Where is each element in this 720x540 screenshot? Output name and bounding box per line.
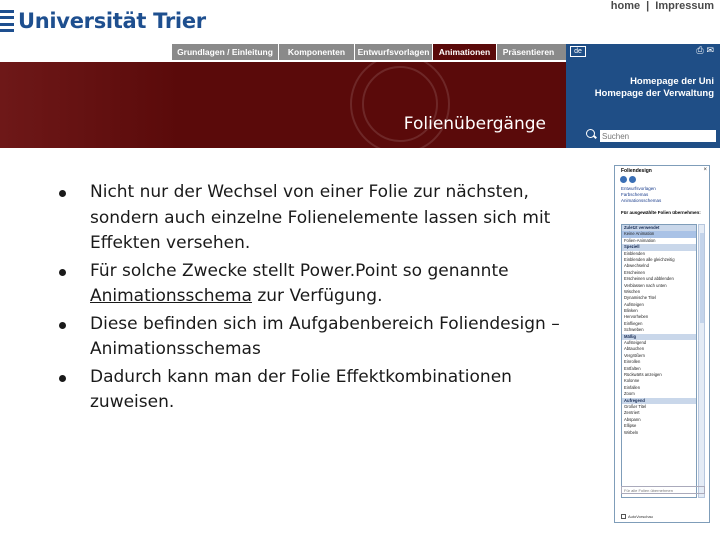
print-icon[interactable]: ⎙ — [696, 46, 703, 56]
bullet-item: Für solche Zwecke stellt Power.Point so … — [56, 259, 576, 310]
administration-homepage-link[interactable]: Homepage der Verwaltung — [595, 88, 714, 99]
bullet-item: Nicht nur der Wechsel von einer Folie zu… — [56, 180, 576, 257]
impressum-link[interactable]: Impressum — [655, 0, 714, 12]
forward-icon[interactable] — [629, 176, 636, 183]
language-switch[interactable]: de — [570, 46, 586, 57]
autopreview-label: AutoVorschau — [628, 514, 653, 519]
bullet-dot-icon — [59, 374, 66, 382]
bullet-text: Dadurch kann man der Folie Effekt­kombin… — [90, 366, 512, 413]
bullet-item: Diese befinden sich im Aufgabenbereich F… — [56, 312, 576, 363]
nav-item-praesentieren[interactable]: Präsentieren — [496, 44, 560, 60]
animation-schemes-link[interactable]: Animationsschemas — [621, 198, 661, 204]
header-banner: Folienübergänge — [0, 62, 566, 148]
logo-text: Universität Trier — [18, 9, 206, 33]
banner-photo — [0, 62, 180, 148]
bullet-dot-icon — [59, 268, 66, 276]
task-pane-title: Foliendesign — [621, 168, 652, 174]
checkbox-icon[interactable] — [621, 514, 626, 519]
back-icon[interactable] — [620, 176, 627, 183]
top-links-separator: | — [646, 0, 650, 12]
task-pane-links: Entwurfsvorlagen Farbschemas Animationss… — [621, 186, 661, 204]
autopreview-checkbox[interactable]: AutoVorschau — [621, 514, 653, 519]
task-pane-heading: Für ausgewählte Folien übernehmen: — [621, 210, 701, 215]
search-icon[interactable] — [586, 129, 595, 138]
slide-content: Nicht nur der Wechsel von einer Folie zu… — [56, 180, 576, 418]
apply-all-button[interactable]: Für alle Folien übernehmen — [621, 486, 705, 494]
home-link[interactable]: home — [611, 0, 640, 12]
bullet-text: Für solche Zwecke stellt Power.Point so … — [90, 260, 509, 281]
side-panel: de ⎙ ✉ Homepage der Uni Homepage der Ver… — [566, 44, 720, 148]
main-navigation: Grundlagen / Einleitung Komponenten Entw… — [0, 44, 566, 60]
search-input[interactable] — [600, 130, 716, 142]
list-item[interactable]: Wirbeln — [622, 430, 696, 436]
nav-spacer — [0, 44, 172, 60]
task-pane-nav — [620, 176, 640, 183]
top-links: home | Impressum — [611, 0, 714, 12]
bullet-dot-icon — [59, 190, 66, 197]
task-pane-screenshot: Foliendesign × Entwurfsvorlagen Farbsche… — [614, 165, 710, 523]
nav-item-animationen[interactable]: Animationen — [432, 44, 496, 60]
bullet-item: Dadurch kann man der Folie Effekt­kombin… — [56, 365, 576, 416]
bullet-text: Nicht nur der Wechsel von einer Folie zu… — [90, 182, 551, 253]
bullet-dot-icon — [59, 321, 66, 329]
university-logo[interactable]: Universität Trier — [0, 6, 206, 36]
animation-scheme-list[interactable]: Zuletzt verwendet Keine Animation Folien-A… — [621, 224, 697, 498]
site-header: Universität Trier home | Impressum Grund… — [0, 0, 720, 148]
bullet-text: zur Verfügung. — [251, 286, 383, 306]
list-scrollbar[interactable] — [698, 224, 705, 498]
nav-item-entwurfsvorlagen[interactable]: Entwurfsvorlagen — [354, 44, 432, 60]
logo-mark-icon — [0, 10, 14, 32]
close-icon[interactable]: × — [703, 167, 707, 173]
uni-homepage-link[interactable]: Homepage der Uni — [630, 76, 714, 87]
mail-icon[interactable]: ✉ — [706, 46, 714, 56]
bullet-text: Diese befinden sich im Aufgabenbereich F… — [90, 313, 560, 360]
nav-item-grundlagen[interactable]: Grundlagen / Einleitung — [172, 44, 278, 60]
side-tool-icons: ⎙ ✉ — [696, 46, 714, 56]
nav-item-komponenten[interactable]: Komponenten — [278, 44, 354, 60]
page-title: Folienübergänge — [403, 114, 546, 134]
animationsschema-link[interactable]: Animationsschema — [90, 286, 252, 306]
